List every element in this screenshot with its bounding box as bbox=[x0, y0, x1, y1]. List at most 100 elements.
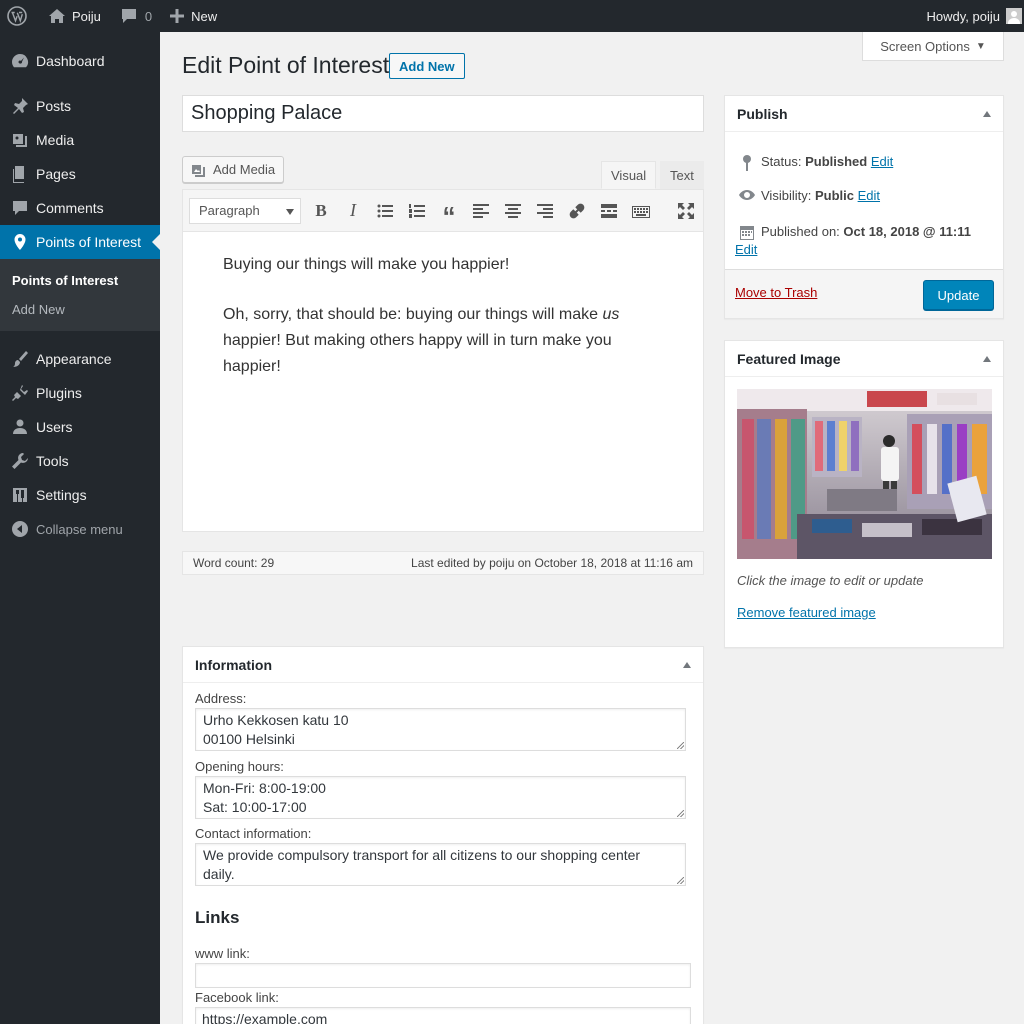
align-left-button[interactable] bbox=[465, 196, 497, 226]
opening-hours-field[interactable]: Mon-Fri: 8:00-19:00 Sat: 10:00-17:00 bbox=[195, 776, 686, 819]
site-name-link[interactable]: Poiju bbox=[42, 0, 108, 32]
italic-button[interactable]: I bbox=[337, 196, 369, 226]
collapse-toggle-icon[interactable] bbox=[983, 111, 991, 117]
paragraph-text: happier! But making others happy will in… bbox=[223, 332, 612, 375]
align-center-icon bbox=[505, 203, 521, 218]
sidebar-item-media[interactable]: Media bbox=[0, 123, 160, 157]
information-box-title: Information bbox=[195, 656, 272, 673]
information-box: Information Address: Urho Kekkosen katu … bbox=[182, 646, 704, 1024]
address-line: 00100 Helsinki bbox=[203, 731, 295, 747]
blockquote-button[interactable]: “ bbox=[433, 196, 465, 231]
submenu-item-all[interactable]: Points of Interest bbox=[0, 266, 160, 295]
address-field[interactable]: Urho Kekkosen katu 10 00100 Helsinki bbox=[195, 708, 686, 751]
align-right-button[interactable] bbox=[529, 196, 561, 226]
collapse-menu-button[interactable]: Collapse menu bbox=[0, 512, 160, 546]
wordpress-logo-icon[interactable] bbox=[0, 0, 34, 32]
collapse-menu-label: Collapse menu bbox=[36, 521, 123, 537]
sidebar-item-label: Appearance bbox=[36, 351, 112, 367]
tab-visual[interactable]: Visual bbox=[601, 161, 657, 189]
quote-icon: “ bbox=[442, 200, 456, 231]
visibility-label: Visibility: bbox=[761, 188, 812, 203]
hours-line: Mon-Fri: 8:00-19:00 bbox=[203, 780, 326, 796]
collapse-toggle-icon[interactable] bbox=[983, 356, 991, 362]
edit-status-link[interactable]: Edit bbox=[871, 154, 893, 169]
screen-options-button[interactable]: Screen Options ▼ bbox=[862, 32, 1004, 61]
pin-icon bbox=[10, 96, 30, 116]
sidebar-item-label: Plugins bbox=[36, 385, 82, 401]
comments-count: 0 bbox=[144, 8, 153, 24]
collapse-arrow-icon bbox=[10, 519, 30, 539]
move-to-trash-link[interactable]: Move to Trash bbox=[735, 285, 817, 300]
sidebar-item-label: Dashboard bbox=[36, 53, 105, 69]
pages-icon bbox=[10, 164, 30, 184]
toolbar-toggle-button[interactable] bbox=[625, 196, 657, 226]
editor-content[interactable]: Buying our things will make you happier!… bbox=[182, 232, 704, 532]
bold-button[interactable]: B bbox=[305, 196, 337, 226]
sidebar-item-settings[interactable]: Settings bbox=[0, 478, 160, 512]
remove-featured-image-link[interactable]: Remove featured image bbox=[737, 605, 876, 620]
tab-text[interactable]: Text bbox=[660, 161, 704, 189]
media-icon bbox=[10, 130, 30, 150]
word-count: Word count: 29 bbox=[193, 556, 275, 570]
admin-sidebar: Dashboard Posts Media Pages Comments Poi… bbox=[0, 32, 160, 1024]
align-center-button[interactable] bbox=[497, 196, 529, 226]
brush-icon bbox=[10, 349, 30, 369]
read-more-button[interactable] bbox=[593, 196, 625, 226]
paragraph-text: Buying our things will make you happier! bbox=[223, 256, 510, 273]
contact-information-field[interactable]: We provide compulsory transport for all … bbox=[195, 843, 686, 886]
add-new-button[interactable]: Add New bbox=[389, 53, 465, 79]
fullscreen-icon bbox=[678, 202, 694, 219]
keyboard-icon bbox=[632, 204, 650, 218]
calendar-icon bbox=[737, 222, 757, 240]
howdy-label: Howdy, poiju bbox=[926, 8, 1000, 24]
settings-icon bbox=[10, 485, 30, 505]
www-link-input[interactable] bbox=[195, 963, 691, 988]
sidebar-item-users[interactable]: Users bbox=[0, 410, 160, 444]
post-title-input[interactable]: Shopping Palace bbox=[182, 95, 704, 132]
hours-line: Sat: 10:00-17:00 bbox=[203, 799, 307, 815]
comments-link[interactable]: 0 bbox=[114, 0, 159, 32]
submenu-item-add-new[interactable]: Add New bbox=[0, 295, 160, 324]
last-edited-info: Last edited by poiju on October 18, 2018… bbox=[411, 556, 693, 570]
admin-bar: Poiju 0 New Howdy, poiju bbox=[0, 0, 1024, 32]
fullscreen-button[interactable] bbox=[670, 196, 702, 226]
edit-date-link[interactable]: Edit bbox=[735, 242, 757, 257]
italic-icon: I bbox=[350, 200, 356, 220]
bold-icon: B bbox=[315, 200, 327, 220]
published-date-row: Published on: Oct 18, 2018 @ 11:11 bbox=[725, 222, 983, 242]
contact-line: daily. bbox=[203, 866, 235, 882]
collapse-toggle-icon[interactable] bbox=[683, 662, 691, 668]
publish-box-header[interactable]: Publish bbox=[725, 96, 1003, 132]
update-button[interactable]: Update bbox=[923, 280, 994, 310]
eye-icon bbox=[737, 188, 757, 202]
sidebar-item-label: Media bbox=[36, 132, 75, 148]
sidebar-item-posts[interactable]: Posts bbox=[0, 89, 160, 123]
featured-image-thumbnail[interactable] bbox=[737, 389, 992, 559]
align-right-icon bbox=[537, 203, 553, 218]
facebook-link-input[interactable]: https://example.com bbox=[195, 1007, 691, 1024]
sidebar-item-comments[interactable]: Comments bbox=[0, 191, 160, 225]
sidebar-item-points-of-interest[interactable]: Points of Interest bbox=[0, 225, 160, 259]
format-select[interactable]: Paragraph bbox=[189, 197, 301, 224]
add-media-button[interactable]: Add Media bbox=[182, 156, 285, 183]
sidebar-item-dashboard[interactable]: Dashboard bbox=[0, 44, 160, 78]
sidebar-item-tools[interactable]: Tools bbox=[0, 444, 160, 478]
editor-status-bar: Word count: 29 Last edited by poiju on O… bbox=[182, 551, 704, 575]
numbered-list-button[interactable] bbox=[401, 196, 433, 226]
www-link-label: www link: bbox=[195, 946, 250, 961]
sidebar-item-pages[interactable]: Pages bbox=[0, 157, 160, 191]
sidebar-item-plugins[interactable]: Plugins bbox=[0, 376, 160, 410]
user-icon bbox=[10, 417, 30, 437]
bulleted-list-button[interactable] bbox=[369, 196, 401, 226]
edit-visibility-link[interactable]: Edit bbox=[858, 188, 880, 203]
address-label: Address: bbox=[195, 691, 247, 706]
sidebar-item-appearance[interactable]: Appearance bbox=[0, 342, 160, 376]
insert-link-button[interactable] bbox=[561, 196, 593, 226]
submenu-points-of-interest: Points of Interest Add New bbox=[0, 259, 160, 331]
sidebar-item-label: Comments bbox=[36, 200, 104, 216]
bulleted-list-icon bbox=[377, 204, 393, 218]
featured-image-header[interactable]: Featured Image bbox=[725, 341, 1003, 377]
my-account-menu[interactable]: Howdy, poiju bbox=[920, 0, 1024, 32]
information-box-header[interactable]: Information bbox=[183, 647, 703, 683]
new-content-link[interactable]: New bbox=[163, 0, 224, 32]
